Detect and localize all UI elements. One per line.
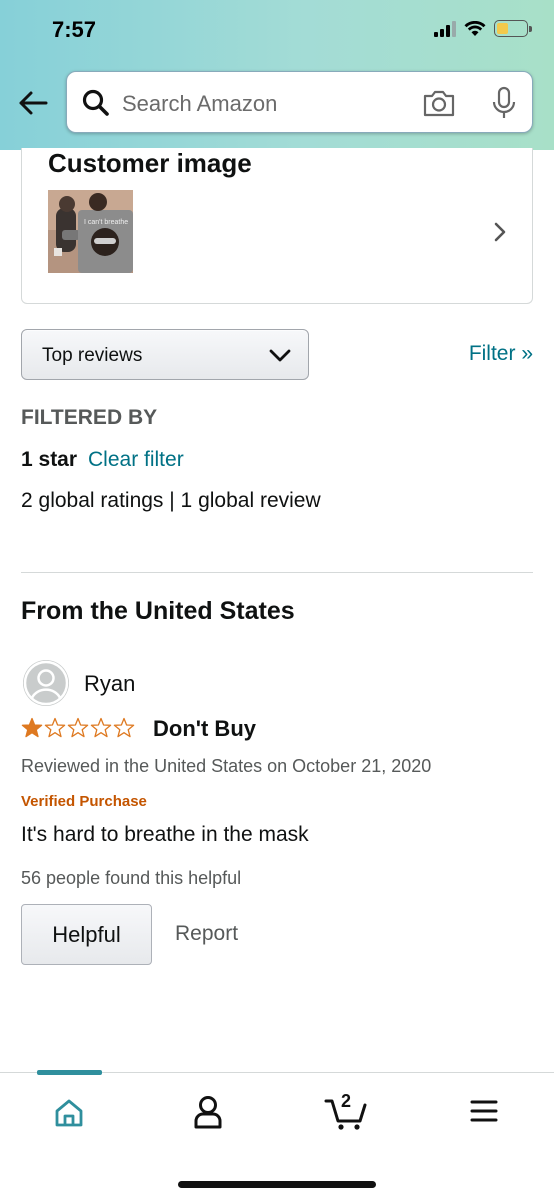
review-body: It's hard to breathe in the mask — [21, 823, 309, 846]
region-heading: From the United States — [21, 597, 295, 625]
back-arrow-icon[interactable] — [16, 86, 50, 120]
bottom-nav: 2 — [0, 1070, 554, 1200]
clear-filter-link[interactable]: Clear filter — [88, 448, 184, 472]
home-icon[interactable] — [53, 1097, 85, 1129]
review-meta: Reviewed in the United States on October… — [21, 756, 432, 776]
star-rating — [21, 717, 135, 739]
search-input[interactable]: Search Amazon — [122, 91, 277, 117]
star-empty-icon — [44, 717, 66, 738]
microphone-icon[interactable] — [490, 86, 518, 120]
filtered-by-heading: FILTERED BY — [21, 406, 158, 429]
sort-dropdown[interactable]: Top reviews — [21, 329, 309, 380]
star-filled-icon — [21, 717, 43, 738]
cellular-signal-icon — [434, 20, 456, 37]
star-empty-icon — [113, 717, 135, 738]
avatar-icon — [23, 660, 69, 706]
customer-images-title: Customer image — [48, 148, 252, 178]
reviewer-name: Ryan — [84, 671, 136, 696]
review-title[interactable]: Don't Buy — [153, 716, 256, 742]
search-bar[interactable]: Search Amazon — [66, 71, 533, 133]
filter-link[interactable]: Filter » — [469, 342, 533, 366]
header: 7:57 Search Amazon — [0, 0, 554, 150]
search-icon — [82, 89, 109, 116]
home-indicator-bar — [178, 1181, 376, 1188]
cart-count: 2 — [341, 1091, 352, 1111]
customer-images-card[interactable]: Customer image I can't breathe — [21, 148, 533, 304]
battery-icon — [494, 20, 532, 37]
ratings-summary: 2 global ratings | 1 global review — [21, 489, 321, 512]
account-icon[interactable] — [193, 1095, 223, 1129]
verified-purchase-badge: Verified Purchase — [21, 793, 147, 810]
helpful-button[interactable]: Helpful — [21, 904, 152, 965]
section-divider — [21, 572, 533, 573]
chevron-down-icon — [269, 349, 291, 362]
sort-dropdown-value: Top reviews — [42, 345, 143, 366]
svg-text:I can't breathe: I can't breathe — [84, 219, 128, 226]
active-tab-indicator — [37, 1070, 102, 1075]
camera-icon[interactable] — [422, 87, 456, 119]
helpful-count: 56 people found this helpful — [21, 868, 242, 888]
customer-image-photo: I can't breathe — [48, 190, 133, 273]
active-filter-label: 1 star — [21, 448, 78, 471]
star-empty-icon — [67, 717, 89, 738]
status-icons — [434, 20, 532, 37]
chevron-right-icon[interactable] — [490, 218, 510, 246]
customer-image-thumbnail[interactable]: I can't breathe — [48, 190, 133, 273]
cart-button[interactable]: 2 — [324, 1091, 368, 1131]
star-empty-icon — [90, 717, 112, 738]
status-time: 7:57 — [52, 17, 97, 42]
wifi-icon — [464, 20, 486, 36]
menu-icon[interactable] — [470, 1099, 498, 1123]
report-link[interactable]: Report — [175, 922, 238, 946]
